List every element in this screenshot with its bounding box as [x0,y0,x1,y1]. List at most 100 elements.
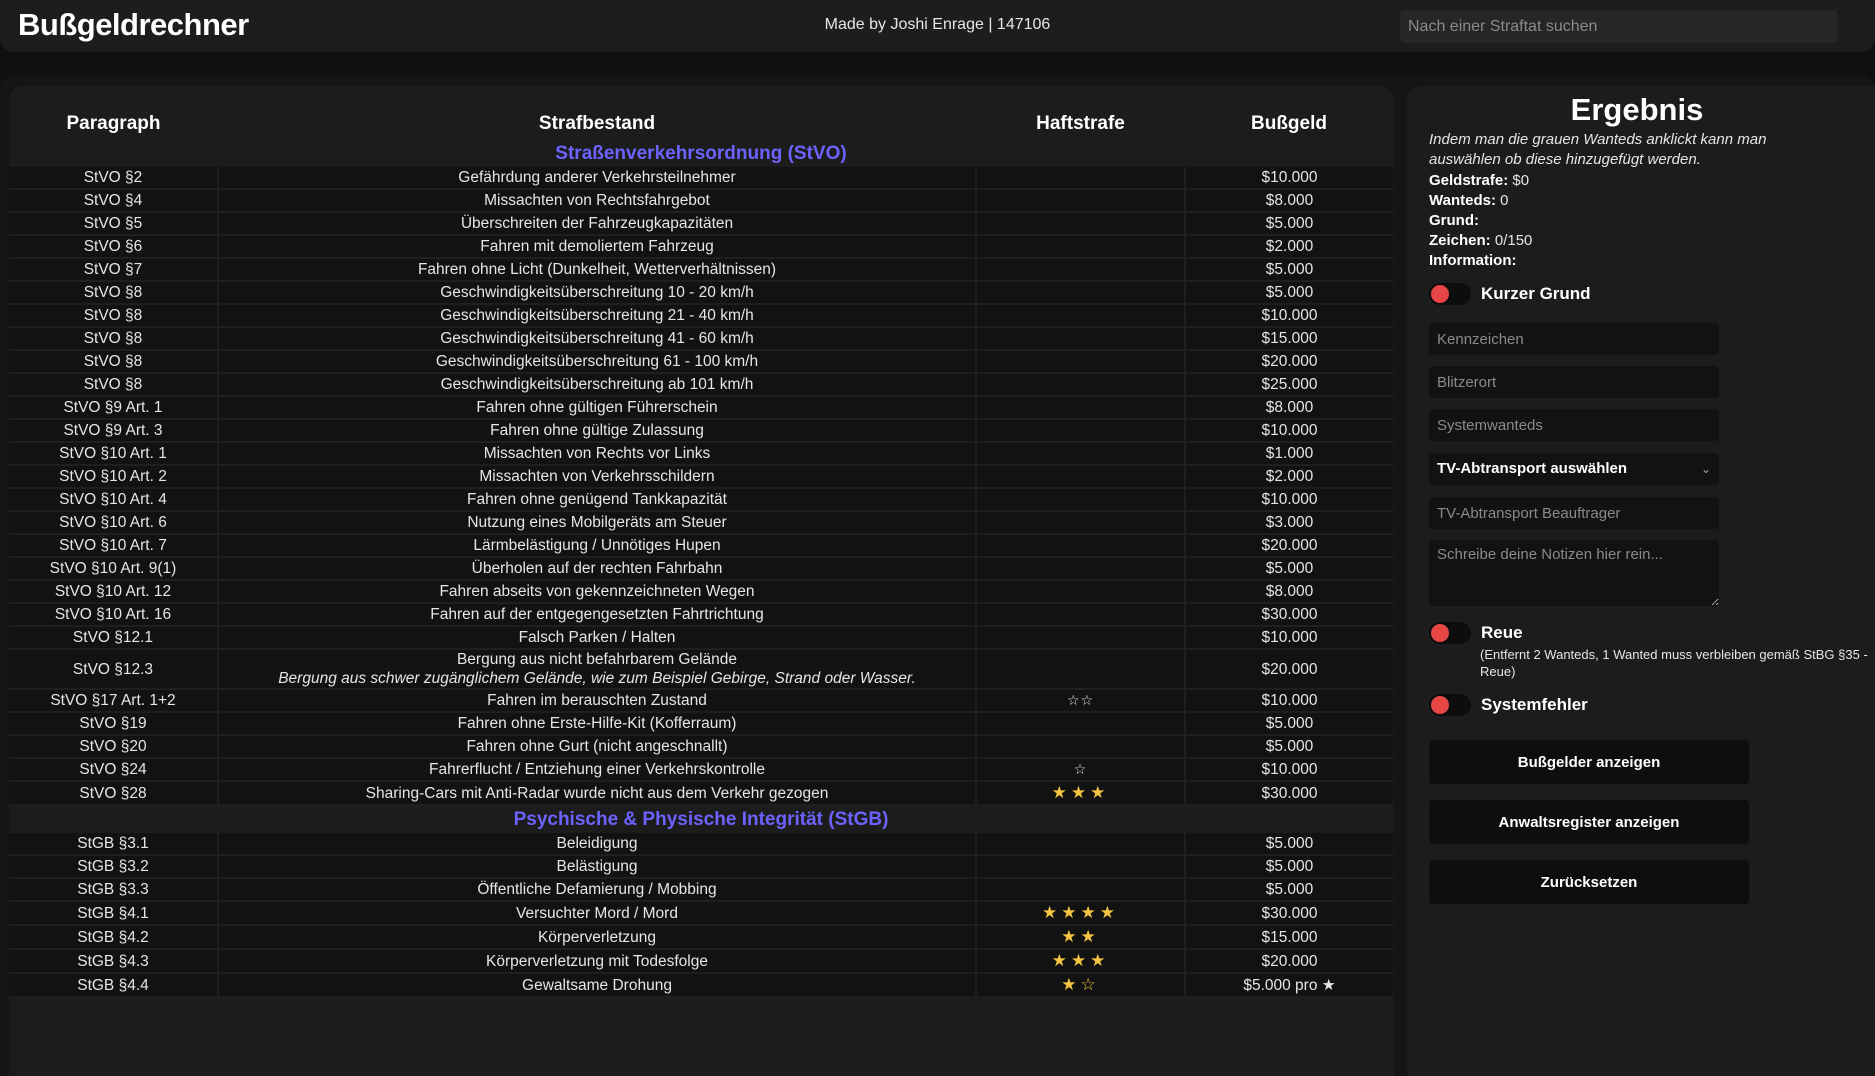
offence-row[interactable]: StVO §8 Geschwindigkeitsüberschreitung 61… [9,350,1393,374]
offence-row[interactable]: StVO §24 Fahrerflucht / Entziehung einer … [9,758,1393,782]
paragraph-cell: StVO §17 Art. 1+2 [9,689,219,713]
fine-cell: $10.000 [1185,304,1393,328]
offence-row[interactable]: StVO §8 Geschwindigkeitsüberschreitung 41… [9,327,1393,351]
offence-row[interactable]: StVO §20 Fahren ohne Gurt (nicht angeschn… [9,735,1393,759]
offence-cell: Gefährdung anderer Verkehrsteilnehmer [218,167,977,190]
offence-row[interactable]: StVO §10 Art. 16 Fahren auf der entgegeng… [9,603,1393,627]
tow-officer-input[interactable] [1429,497,1719,529]
paragraph-cell: StGB §4.4 [9,973,219,998]
prison-cell [976,212,1186,236]
reason-summary: Grund: [1429,211,1479,231]
prison-cell [976,534,1186,558]
offence-description: Fahren mit demoliertem Fahrzeug [480,238,714,255]
offence-row[interactable]: StVO §10 Art. 4 Fahren ohne genügend Tank… [9,488,1393,512]
wanted-stars-icon[interactable]: ★★★ [1052,783,1110,802]
fine-cell: $5.000 [1185,878,1393,902]
system-wanteds-input[interactable] [1429,409,1719,441]
paragraph-cell: StGB §3.3 [9,878,219,902]
offence-row[interactable]: StVO §8 Geschwindigkeitsüberschreitung 10… [9,281,1393,305]
offence-row[interactable]: StVO §12.1 Falsch Parken / Halten $10.000 [9,626,1393,650]
wanteds-value: 0 [1500,192,1509,209]
wanted-stars-icon[interactable]: ☆ [1074,761,1088,777]
offence-row[interactable]: StGB §4.1 Versuchter Mord / Mord ★★★★ $30.0… [9,901,1393,926]
paragraph-cell: StVO §6 [9,235,219,259]
fine-cell: $10.000 [1185,488,1393,512]
offence-description: Überschreiten der Fahrzeugkapazitäten [460,215,734,232]
offence-row[interactable]: StVO §4 Missachten von Rechtsfahrgebot $8.… [9,189,1393,213]
paragraph-cell: StVO §10 Art. 16 [9,603,219,627]
prison-cell [976,649,1186,690]
wanted-stars-icon[interactable]: ★★ [1061,927,1099,946]
offence-row[interactable]: StGB §4.3 Körperverletzung mit Todesfolge… [9,949,1393,974]
offence-row[interactable]: StVO §10 Art. 12 Fahren abseits von geken… [9,580,1393,604]
prison-cell [976,580,1186,604]
offence-row[interactable]: StVO §19 Fahren ohne Erste-Hilfe-Kit (Kof… [9,712,1393,736]
plate-input[interactable] [1429,323,1719,355]
offence-row[interactable]: StVO §28 Sharing-Cars mit Anti-Radar wurd… [9,781,1393,806]
show-fines-button[interactable]: Bußgelder anzeigen [1429,740,1749,784]
wanted-stars-icon[interactable]: ★★★★ [1042,903,1119,922]
show-lawyers-button[interactable]: Anwaltsregister anzeigen [1429,800,1749,844]
paragraph-cell: StVO §10 Art. 7 [9,534,219,558]
offence-row[interactable]: StVO §10 Art. 1 Missachten von Rechts vor… [9,442,1393,466]
paragraph-cell: StGB §3.1 [9,833,219,856]
notes-textarea[interactable] [1429,540,1719,606]
offence-row[interactable]: StVO §10 Art. 7 Lärmbelästigung / Unnötig… [9,534,1393,558]
offence-row[interactable]: StGB §3.2 Belästigung $5.000 [9,855,1393,879]
wanted-stars-icon[interactable]: ★☆ [1061,975,1099,994]
offence-description: Missachten von Rechts vor Links [483,445,711,462]
offence-row[interactable]: StVO §2 Gefährdung anderer Verkehrsteilne… [9,167,1393,190]
wanted-stars-icon[interactable]: ★★★ [1052,951,1110,970]
offence-row[interactable]: StVO §7 Fahren ohne Licht (Dunkelheit, We… [9,258,1393,282]
prison-cell: ★★★ [976,781,1186,806]
table-header-row: Paragraph Strafbestand Haftstrafe Bußgel… [9,86,1393,140]
tow-select[interactable]: TV-Abtransport auswählen ⌄ [1429,453,1719,485]
offence-description: Beleidigung [556,835,638,852]
fine-cell: $5.000 [1185,855,1393,879]
offence-row[interactable]: StVO §8 Geschwindigkeitsüberschreitung 21… [9,304,1393,328]
toggle-knob [1431,285,1449,303]
prison-cell [976,304,1186,328]
paragraph-cell: StVO §8 [9,350,219,374]
section-header-row: Psychische & Physische Integrität (StGB) [9,805,1393,833]
prison-cell [976,557,1186,581]
offence-cell: Sharing-Cars mit Anti-Radar wurde nicht … [218,781,977,806]
offence-cell: Fahren ohne Erste-Hilfe-Kit (Kofferraum) [218,712,977,736]
offence-row[interactable]: StVO §12.3 Bergung aus nicht befahrbarem … [9,649,1393,690]
offence-cell: Gewaltsame Drohung [218,973,977,998]
offence-row[interactable]: StVO §6 Fahren mit demoliertem Fahrzeug $2… [9,235,1393,259]
wanted-stars-icon[interactable]: ☆☆ [1067,692,1094,708]
offence-row[interactable]: StVO §8 Geschwindigkeitsüberschreitung ab… [9,373,1393,397]
paragraph-cell: StVO §4 [9,189,219,213]
offence-row[interactable]: StGB §4.2 Körperverletzung ★★ $15.000 [9,925,1393,950]
offence-cell: Fahren ohne Gurt (nicht angeschnallt) [218,735,977,759]
system-error-toggle[interactable] [1429,694,1471,716]
short-reason-toggle[interactable] [1429,283,1471,305]
offence-row[interactable]: StGB §4.4 Gewaltsame Drohung ★☆ $5.000 pro … [9,973,1393,998]
offence-row[interactable]: StVO §10 Art. 2 Missachten von Verkehrssc… [9,465,1393,489]
offence-row[interactable]: StVO §9 Art. 1 Fahren ohne gültigen Führe… [9,396,1393,420]
offence-description: Lärmbelästigung / Unnötiges Hupen [473,537,721,554]
offence-row[interactable]: StGB §3.1 Beleidigung $5.000 [9,833,1393,856]
offence-row[interactable]: StVO §9 Art. 3 Fahren ohne gültige Zulass… [9,419,1393,443]
offence-cell: Fahren auf der entgegengesetzten Fahrtri… [218,603,977,627]
prison-cell [976,855,1186,879]
offence-cell: Belästigung [218,855,977,879]
offence-row[interactable]: StGB §3.3 Öffentliche Defamierung / Mobbi… [9,878,1393,902]
prison-cell [976,258,1186,282]
prison-cell [976,189,1186,213]
remorse-toggle[interactable] [1429,622,1471,644]
offence-row[interactable]: StVO §5 Überschreiten der Fahrzeugkapazit… [9,212,1393,236]
search-input[interactable] [1400,10,1838,43]
offence-description: Fahren ohne genügend Tankkapazität [467,491,727,508]
offence-row[interactable]: StVO §17 Art. 1+2 Fahren im berauschten Z… [9,689,1393,713]
offence-row[interactable]: StVO §10 Art. 6 Nutzung eines Mobilgeräts… [9,511,1393,535]
reset-button[interactable]: Zurücksetzen [1429,860,1749,904]
offence-cell: Beleidigung [218,833,977,856]
prison-cell [976,396,1186,420]
fine-cell: $30.000 [1185,901,1393,926]
offence-row[interactable]: StVO §10 Art. 9(1) Überholen auf der rech… [9,557,1393,581]
offence-description: Fahren im berauschten Zustand [487,692,707,709]
fine-cell: $5.000 [1185,281,1393,305]
flash-location-input[interactable] [1429,366,1719,398]
